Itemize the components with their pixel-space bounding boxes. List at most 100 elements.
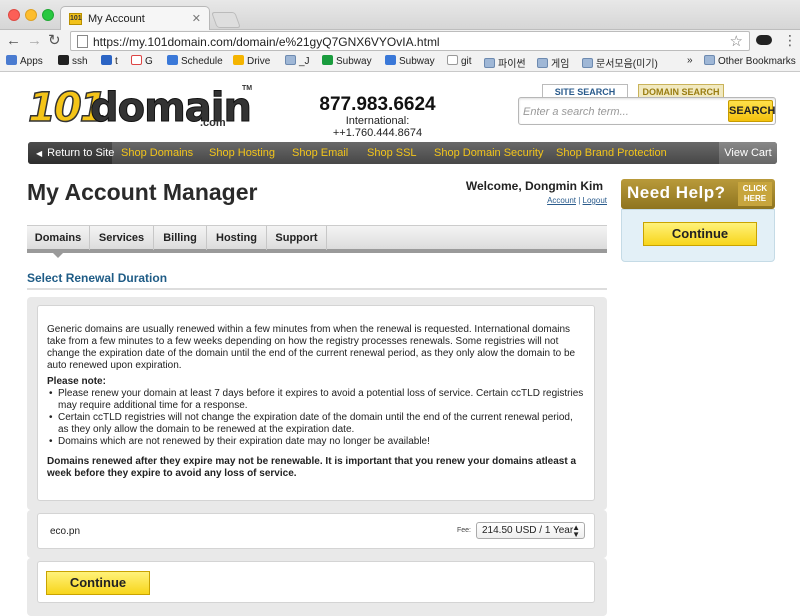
- search-button[interactable]: SEARCH: [728, 100, 775, 122]
- search-input[interactable]: [523, 103, 723, 120]
- bookmark-subway-2[interactable]: Subway: [385, 55, 435, 67]
- domain-fee-row: eco.pn Fee: 214.50 USD / 1 Year ▲ ▼: [37, 513, 595, 549]
- zoom-window-button[interactable]: [42, 9, 54, 21]
- account-links: Account | Logout: [440, 196, 607, 205]
- bookmarks-bar: Apps ssh t G Schedule Drive _J Subway Su…: [0, 52, 800, 72]
- new-tab-button[interactable]: [211, 12, 241, 28]
- selected-duration: 214.50 USD / 1 Year: [482, 525, 574, 536]
- folder-icon: [537, 58, 548, 68]
- minimize-window-button[interactable]: [25, 9, 37, 21]
- tab-support[interactable]: Support: [267, 226, 327, 250]
- calendar-icon: [167, 55, 178, 65]
- reload-icon[interactable]: ↻: [48, 33, 61, 49]
- apps-grid-icon: [6, 55, 17, 65]
- bookmark-folder-j[interactable]: _J: [285, 55, 310, 67]
- bookmark-drive[interactable]: Drive: [233, 55, 270, 67]
- bookmark-gmail[interactable]: G: [131, 55, 153, 67]
- return-to-site-button[interactable]: ◀ Return to Site: [28, 142, 114, 164]
- expiry-warning: Domains renewed after they expire may no…: [47, 456, 577, 479]
- tab-domain-search[interactable]: DOMAIN SEARCH: [638, 84, 724, 98]
- intro-paragraph: Generic domains are usually renewed with…: [47, 324, 576, 371]
- international-phone: International: ++1.760.444.8674: [332, 115, 423, 139]
- chrome-menu-icon[interactable]: ⋮: [783, 32, 797, 49]
- renewal-info-box: Generic domains are usually renewed with…: [37, 305, 595, 501]
- need-help-banner[interactable]: Need Help? CLICK HERE: [621, 179, 775, 209]
- folder-icon: [484, 58, 495, 68]
- tab-domains[interactable]: Domains: [27, 226, 90, 258]
- help-continue-box: Continue: [621, 209, 775, 262]
- renewal-duration-select[interactable]: 214.50 USD / 1 Year ▲ ▼: [476, 522, 585, 539]
- page-title: My Account Manager: [27, 179, 258, 205]
- bookmark-other[interactable]: Other Bookmarks: [704, 55, 796, 67]
- subway-icon: [385, 55, 396, 65]
- domain-name: eco.pn: [50, 526, 81, 537]
- forward-arrow-icon[interactable]: →: [27, 33, 42, 49]
- logo-trademark: TM: [242, 85, 253, 92]
- sidebar-continue-button[interactable]: Continue: [643, 222, 757, 246]
- bookmark-apps[interactable]: Apps: [6, 55, 43, 67]
- search-box: SEARCH: [518, 97, 776, 125]
- tab-services[interactable]: Services: [90, 226, 154, 250]
- bookmark-schedule[interactable]: Schedule: [167, 55, 223, 67]
- t-icon: [101, 55, 112, 65]
- continue-box: Continue: [37, 561, 595, 603]
- click-here-button[interactable]: CLICK HERE: [738, 182, 772, 206]
- bookmark-star-icon[interactable]: ☆: [730, 32, 743, 50]
- tab-hosting[interactable]: Hosting: [207, 226, 267, 250]
- url-text[interactable]: https://my.101domain.com/domain/e%21gyQ7…: [93, 35, 440, 49]
- tab-billing[interactable]: Billing: [154, 226, 207, 250]
- nav-shop-email[interactable]: Shop Email: [292, 142, 348, 164]
- note-title: Please note:: [47, 376, 106, 387]
- folder-icon: [704, 55, 715, 65]
- renewal-info-text: Generic domains are usually renewed with…: [47, 324, 585, 480]
- nav-shop-domain-security[interactable]: Shop Domain Security: [434, 142, 543, 164]
- nav-shop-ssl[interactable]: Shop SSL: [367, 142, 417, 164]
- view-cart-button[interactable]: View Cart: [719, 142, 777, 164]
- welcome-message: Welcome, Dongmin Kim: [465, 179, 603, 193]
- gmail-icon: [131, 55, 142, 65]
- site-logo[interactable]: 101 domain .com TM: [27, 84, 252, 132]
- page-icon: [447, 55, 458, 65]
- continue-button[interactable]: Continue: [46, 571, 150, 595]
- bookmark-subway-1[interactable]: Subway: [322, 55, 372, 67]
- logo-word: domain: [90, 85, 253, 132]
- close-tab-icon[interactable]: ✕: [192, 12, 201, 25]
- extension-glasses-icon[interactable]: [756, 35, 772, 45]
- fee-label: Fee:: [457, 527, 472, 534]
- bookmarks-overflow-chevron[interactable]: »: [687, 55, 693, 66]
- browser-tab-strip: 101 My Account ✕: [0, 0, 800, 31]
- account-tabs: Domains Services Billing Hosting Support: [27, 225, 607, 258]
- drive-icon: [233, 55, 244, 65]
- bookmark-t[interactable]: t: [101, 55, 118, 67]
- section-divider: [27, 288, 607, 290]
- phone-number: 877.983.6624: [319, 94, 436, 115]
- site-favicon-icon: 101: [69, 13, 82, 25]
- account-link[interactable]: Account: [547, 196, 576, 205]
- main-nav: ◀ Return to Site Shop Domains Shop Hostin…: [28, 142, 777, 164]
- close-window-button[interactable]: [8, 9, 20, 21]
- logo-suffix: .com: [200, 117, 226, 129]
- chevron-left-icon: ◀: [36, 149, 43, 158]
- nav-shop-brand-protection[interactable]: Shop Brand Protection: [556, 142, 667, 164]
- bookmark-folder-docs[interactable]: 문서모음(미기): [582, 55, 658, 70]
- note-item: Certain ccTLD registries will not change…: [49, 412, 585, 436]
- domain-fee-panel: eco.pn Fee: 214.50 USD / 1 Year ▲ ▼: [27, 510, 607, 558]
- logout-link[interactable]: Logout: [583, 196, 607, 205]
- bookmark-git[interactable]: git: [447, 55, 472, 67]
- subway-n-icon: [322, 55, 333, 65]
- tab-site-search[interactable]: SITE SEARCH: [542, 84, 628, 98]
- bookmark-folder-game[interactable]: 게임: [537, 55, 569, 70]
- bookmark-folder-python[interactable]: 파이썬: [484, 55, 526, 70]
- bookmark-ssh[interactable]: ssh: [58, 55, 88, 67]
- nav-shop-domains[interactable]: Shop Domains: [121, 142, 193, 164]
- continue-panel: Continue: [27, 558, 607, 616]
- help-title: Need Help?: [627, 183, 726, 202]
- back-arrow-icon[interactable]: ←: [6, 33, 21, 49]
- page-icon: [77, 35, 88, 48]
- nav-shop-hosting[interactable]: Shop Hosting: [209, 142, 275, 164]
- address-bar[interactable]: https://my.101domain.com/domain/e%21gyQ7…: [70, 31, 750, 51]
- browser-tab[interactable]: 101 My Account ✕: [60, 6, 210, 31]
- tab-title: My Account: [88, 13, 145, 25]
- folder-icon: [285, 55, 296, 65]
- select-arrows-icon: ▲ ▼: [572, 523, 580, 539]
